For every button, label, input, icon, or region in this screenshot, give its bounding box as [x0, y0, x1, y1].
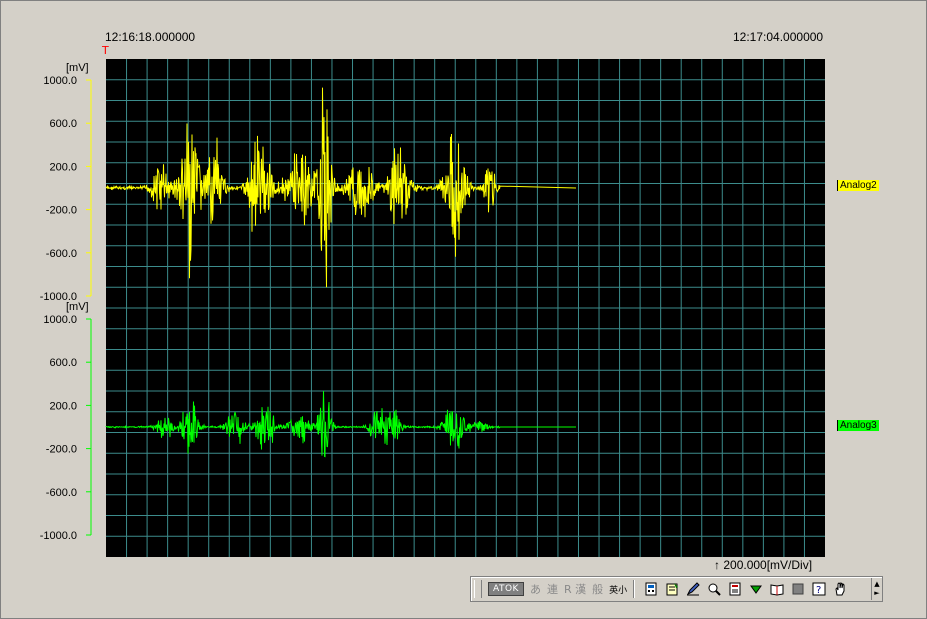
- toolbar-separator: [633, 580, 636, 598]
- axis-tick-label: -200.0: [46, 205, 77, 217]
- down-arrow-icon[interactable]: [748, 581, 764, 597]
- book-icon[interactable]: [769, 581, 785, 597]
- ime-general-button[interactable]: 般: [592, 581, 603, 597]
- axis-tick-label: -600.0: [46, 248, 77, 260]
- axis-tick-label: -1000.0: [40, 530, 77, 542]
- axis-tick-label: 200.0: [49, 161, 77, 173]
- ime-toolbar: ATOK あ 連 R 漢 般 英小 ? ▲ ►: [470, 576, 883, 602]
- scroll-up-icon[interactable]: ▲: [874, 580, 879, 589]
- help-icon[interactable]: ?: [811, 581, 827, 597]
- analog2-unit-label: [mV]: [66, 62, 89, 74]
- svg-text:?: ?: [816, 585, 821, 596]
- ime-romaji-kanji-button[interactable]: R 漢: [564, 581, 586, 597]
- hand-icon[interactable]: [832, 581, 848, 597]
- legend-analog2[interactable]: Analog2: [837, 180, 879, 191]
- axis-tick-label: 1000.0: [43, 75, 77, 87]
- search-icon[interactable]: [706, 581, 722, 597]
- axis-tick-label: 1000.0: [43, 314, 77, 326]
- calculator-icon[interactable]: [643, 581, 659, 597]
- waveform-chart: 1000.0 600.0 200.0 -200.0 -600.0 -1000.0 [mV]…: [40, 59, 825, 557]
- axis-tick-label: 600.0: [49, 357, 77, 369]
- notepad-icon[interactable]: [664, 581, 680, 597]
- ime-conversion-button[interactable]: 連: [547, 581, 558, 597]
- atok-button[interactable]: ATOK: [488, 582, 524, 596]
- ime-hiragana-button[interactable]: あ: [530, 581, 541, 597]
- toolbar-grip[interactable]: [474, 580, 482, 598]
- axis-tick-label: 600.0: [49, 118, 77, 130]
- scroll-right-icon[interactable]: ►: [874, 589, 879, 598]
- axis-tick-label: 200.0: [49, 400, 77, 412]
- axis-tick-label: -600.0: [46, 487, 77, 499]
- toolbar-scroll[interactable]: ▲ ►: [871, 578, 882, 600]
- scale-readout: ↑ 200.000[mV/Div]: [714, 558, 812, 572]
- analog3-unit-label: [mV]: [66, 301, 89, 313]
- pen-icon[interactable]: [685, 581, 701, 597]
- analog2-axis: 1000.0600.0200.0-200.0-600.0-1000.0 [mV]: [40, 62, 92, 303]
- scale-value: 200.000[mV/Div]: [723, 558, 813, 572]
- square-icon[interactable]: [790, 581, 806, 597]
- legend-analog3[interactable]: Analog3: [837, 420, 879, 431]
- scale-arrow-icon: ↑: [714, 558, 720, 572]
- ime-alpha-small-button[interactable]: 英小: [609, 583, 627, 596]
- analog3-axis: 1000.0 600.0 200.0 -200.0 -600.0 -1000.0 [mV]: [40, 301, 92, 542]
- dictionary-icon[interactable]: [727, 581, 743, 597]
- axis-tick-label: -200.0: [46, 444, 77, 456]
